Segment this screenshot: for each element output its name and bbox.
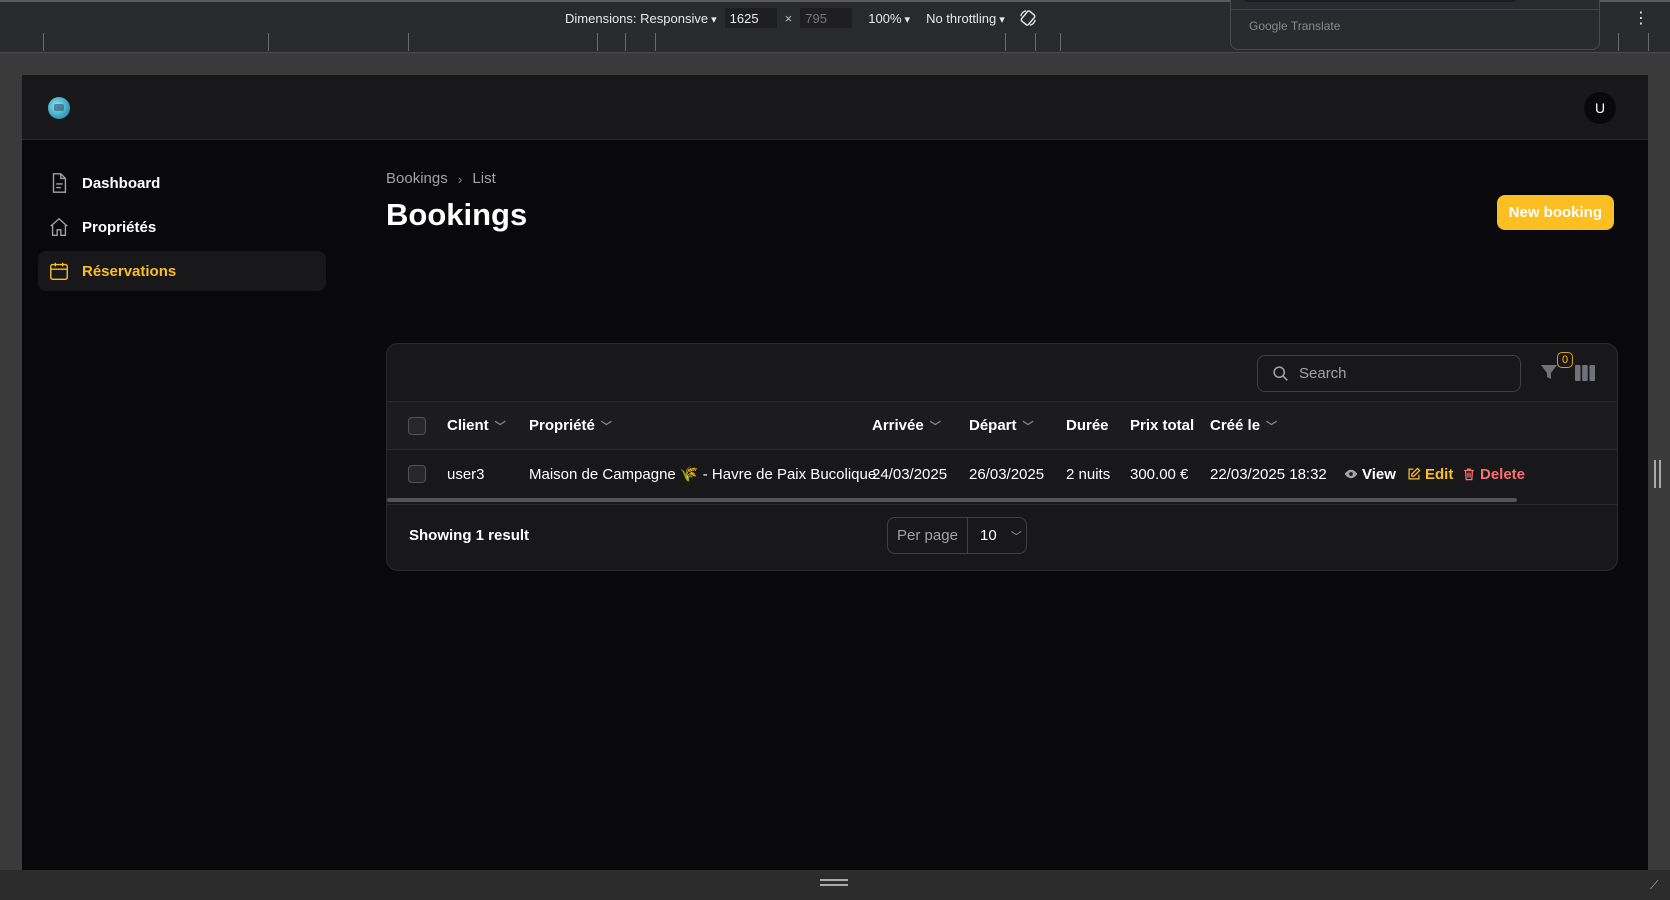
view-action[interactable]: View <box>1344 466 1396 483</box>
breadcrumb-root[interactable]: Bookings <box>386 170 448 187</box>
chevron-down-icon: ﹀ <box>1022 420 1034 433</box>
cell-created: 22/03/2025 18:32 <box>1210 465 1327 483</box>
translate-popup: Google Translate <box>1230 0 1600 50</box>
trash-icon <box>1464 468 1474 481</box>
cell-property: Maison de Campagne 🌾 - Havre de Paix Buc… <box>529 466 877 483</box>
device-controls: Dimensions: Responsive × 100% No throttl… <box>565 8 1037 28</box>
select-all-checkbox[interactable] <box>408 416 426 435</box>
column-duree: Durée <box>1066 417 1109 434</box>
sidebar-item-label: Réservations <box>82 262 177 280</box>
cell-total: 300.00 € <box>1130 465 1189 483</box>
chevron-down-icon: ﹀ <box>1010 530 1022 543</box>
table-row: user3 Maison de Campagne 🌾 - Havre de Pa… <box>387 450 1617 498</box>
column-label: Créé le <box>1210 417 1261 434</box>
more-options-icon[interactable]: ⋮ <box>1633 8 1649 28</box>
chevron-down-icon: ﹀ <box>494 420 506 433</box>
cell-client: user3 <box>447 465 485 483</box>
scrollbar-thumb[interactable] <box>387 498 1517 502</box>
column-label: Client <box>447 417 489 434</box>
home-icon <box>50 217 68 236</box>
search-placeholder: Search <box>1299 365 1347 382</box>
resize-grip-icon <box>820 879 848 886</box>
edit-label: Edit <box>1425 465 1454 483</box>
zoom-dropdown[interactable]: 100% <box>868 11 910 26</box>
search-input[interactable]: Search <box>1257 355 1521 392</box>
popup-progress-bar <box>1245 0 1515 2</box>
document-icon <box>52 173 67 193</box>
rotate-icon[interactable] <box>1019 9 1037 27</box>
page-title: Bookings <box>386 197 528 232</box>
edit-action[interactable]: Edit <box>1407 466 1453 483</box>
table-footer: Showing 1 result Per page 10 ﹀ <box>387 504 1617 570</box>
column-cree-le[interactable]: Créé le ﹀ <box>1210 417 1277 434</box>
column-label: Prix total <box>1130 417 1195 434</box>
viewport-bottom-resize-handle[interactable]: ⟋ <box>0 870 1670 900</box>
height-input[interactable] <box>800 8 853 28</box>
chevron-down-icon: ﹀ <box>929 420 941 433</box>
google-translate-label: Google Translate <box>1249 19 1341 33</box>
popup-divider <box>1231 9 1599 10</box>
column-label: Départ <box>969 417 1017 434</box>
sidebar-item-dashboard[interactable]: Dashboard <box>38 163 326 203</box>
view-label: View <box>1362 465 1396 483</box>
results-count: Showing 1 result <box>409 527 530 544</box>
column-client[interactable]: Client ﹀ <box>447 417 506 434</box>
sidebar: Dashboard Propriétés Réservations <box>38 163 326 295</box>
filter-count-badge: 0 <box>1557 352 1573 368</box>
sidebar-item-label: Propriétés <box>82 218 157 236</box>
horizontal-scrollbar[interactable] <box>387 498 1617 502</box>
column-label: Propriété <box>529 417 595 434</box>
calendar-icon <box>50 262 68 280</box>
width-input[interactable] <box>724 8 777 28</box>
chevron-down-icon: ﹀ <box>1266 420 1278 433</box>
edit-icon <box>1408 467 1421 480</box>
app-viewport: U Dashboard Propriétés Réservations Book… <box>22 75 1648 870</box>
per-page-select[interactable]: Per page 10 ﹀ <box>887 517 1027 554</box>
sidebar-item-reservations[interactable]: Réservations <box>38 251 326 291</box>
dimensions-dropdown[interactable]: Dimensions: Responsive <box>565 11 717 26</box>
column-propriete[interactable]: Propriété ﹀ <box>529 417 612 434</box>
column-depart[interactable]: Départ ﹀ <box>969 417 1034 434</box>
delete-action[interactable]: Delete <box>1462 466 1525 483</box>
chevron-down-icon: ﹀ <box>600 420 612 433</box>
times-sign: × <box>784 10 793 26</box>
app-logo[interactable] <box>48 97 70 119</box>
column-prix-total: Prix total <box>1130 417 1194 434</box>
table-header: Client ﹀ Propriété ﹀ Arrivée ﹀ Départ ﹀ Duré… <box>387 402 1617 450</box>
columns-icon[interactable] <box>1575 365 1595 381</box>
eye-icon <box>1344 469 1358 479</box>
app-header: U <box>22 75 1648 140</box>
new-booking-button[interactable]: New booking <box>1496 195 1614 230</box>
row-checkbox[interactable] <box>408 465 426 483</box>
table-toolbar: Search 0 <box>387 344 1617 402</box>
viewport-right-resize-handle[interactable] <box>1648 75 1670 870</box>
throttling-dropdown[interactable]: No throttling <box>926 11 1005 26</box>
cell-arrival: 24/03/2025 <box>872 465 948 483</box>
column-label: Durée <box>1066 417 1109 434</box>
per-page-value[interactable]: 10 ﹀ <box>968 518 1026 553</box>
per-page-label: Per page <box>888 518 968 553</box>
cell-duration: 2 nuits <box>1066 465 1111 483</box>
breadcrumb-current: List <box>472 170 496 187</box>
corner-resize-icon[interactable]: ⟋ <box>1650 878 1664 892</box>
main-content: Bookings › List Bookings New booking Sea… <box>386 163 1626 571</box>
column-arrivee[interactable]: Arrivée ﹀ <box>872 417 941 434</box>
cell-departure: 26/03/2025 <box>969 465 1045 483</box>
per-page-number: 10 <box>980 527 997 544</box>
delete-label: Delete <box>1480 465 1526 483</box>
search-icon <box>1273 366 1288 381</box>
sidebar-item-label: Dashboard <box>82 174 161 192</box>
column-label: Arrivée <box>872 417 924 434</box>
filter-icon[interactable] <box>1539 362 1559 382</box>
bookings-table: Search 0 Client ﹀ Propriété ﹀ Arrivée ﹀ Dép… <box>386 343 1618 571</box>
sidebar-item-proprietes[interactable]: Propriétés <box>38 207 326 247</box>
user-avatar[interactable]: U <box>1584 92 1616 124</box>
chevron-right-icon: › <box>457 170 463 187</box>
resize-grip-icon <box>1654 460 1661 488</box>
breadcrumb: Bookings › List <box>386 170 1626 187</box>
